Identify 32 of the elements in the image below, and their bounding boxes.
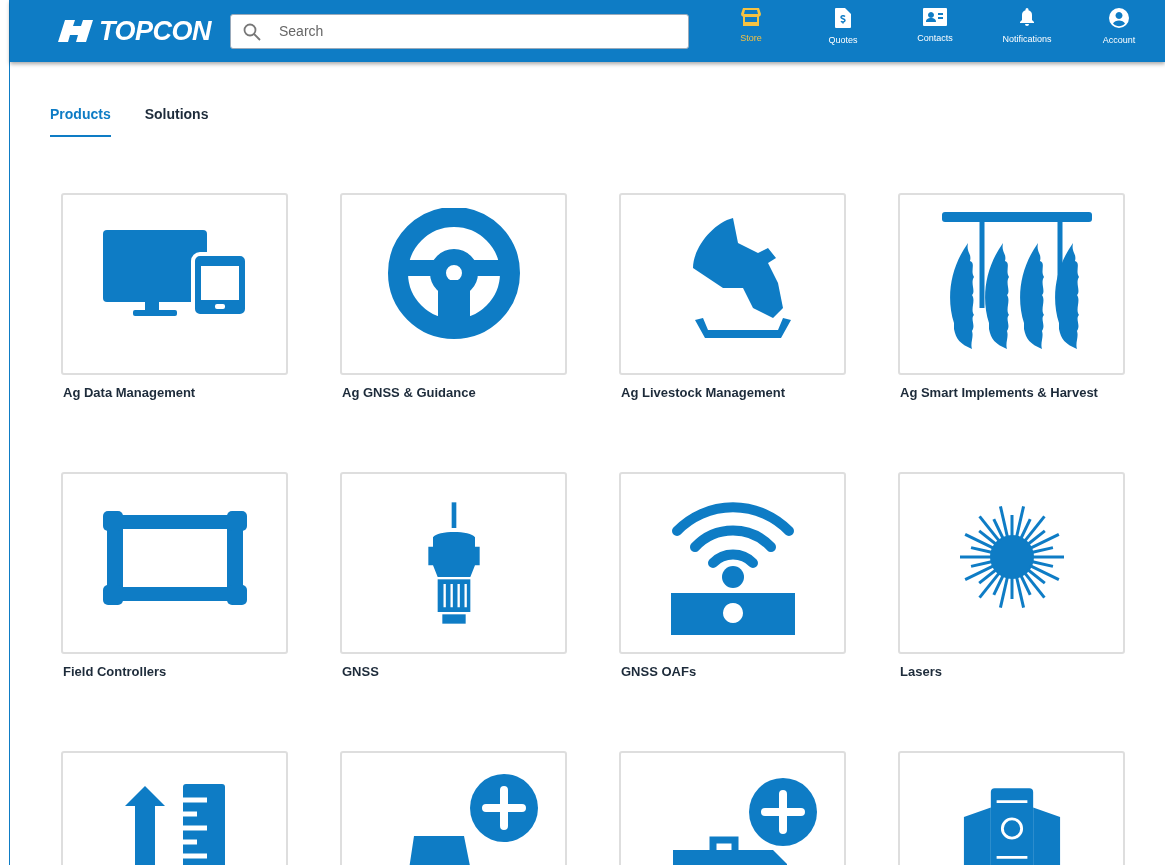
product-label[interactable]: Ag Data Management — [63, 385, 196, 400]
product-label[interactable]: Ag Livestock Management — [621, 385, 785, 400]
product-card[interactable] — [340, 472, 567, 654]
nav-button[interactable]: Account — [1073, 0, 1165, 62]
product-card[interactable] — [619, 472, 846, 654]
product-card[interactable] — [61, 193, 288, 375]
document-dollar-icon — [835, 8, 851, 28]
logo-text: TOPCON — [99, 15, 211, 47]
contact-card-icon — [923, 8, 947, 26]
product-label[interactable]: GNSS — [342, 664, 379, 679]
account-icon — [1109, 8, 1129, 28]
tab[interactable]: Solutions — [144, 106, 209, 137]
product-label[interactable]: Lasers — [900, 664, 942, 679]
product-label[interactable]: Ag GNSS & Guidance — [342, 385, 476, 400]
product-label[interactable]: GNSS OAFs — [621, 664, 697, 679]
tab[interactable]: Products — [50, 106, 111, 137]
bell-icon — [1019, 8, 1035, 27]
product-card[interactable] — [898, 472, 1125, 654]
logo-icon — [57, 20, 95, 42]
store-icon — [741, 8, 761, 26]
search-field[interactable]: Search — [230, 13, 689, 49]
gnss-antenna-icon — [425, 500, 482, 626]
nav-button[interactable]: Notifications — [981, 0, 1073, 62]
product-label[interactable]: Ag Smart Implements & Harvest — [900, 385, 1098, 400]
total-station-icon — [961, 786, 1062, 865]
product-label[interactable]: Field Controllers — [63, 664, 167, 679]
nav-button[interactable]: Contacts — [889, 0, 981, 62]
product-card[interactable] — [619, 193, 846, 375]
nav-button[interactable]: Quotes — [797, 0, 889, 62]
product-card[interactable] — [898, 193, 1125, 375]
product-card[interactable] — [340, 193, 567, 375]
product-card[interactable] — [61, 472, 288, 654]
